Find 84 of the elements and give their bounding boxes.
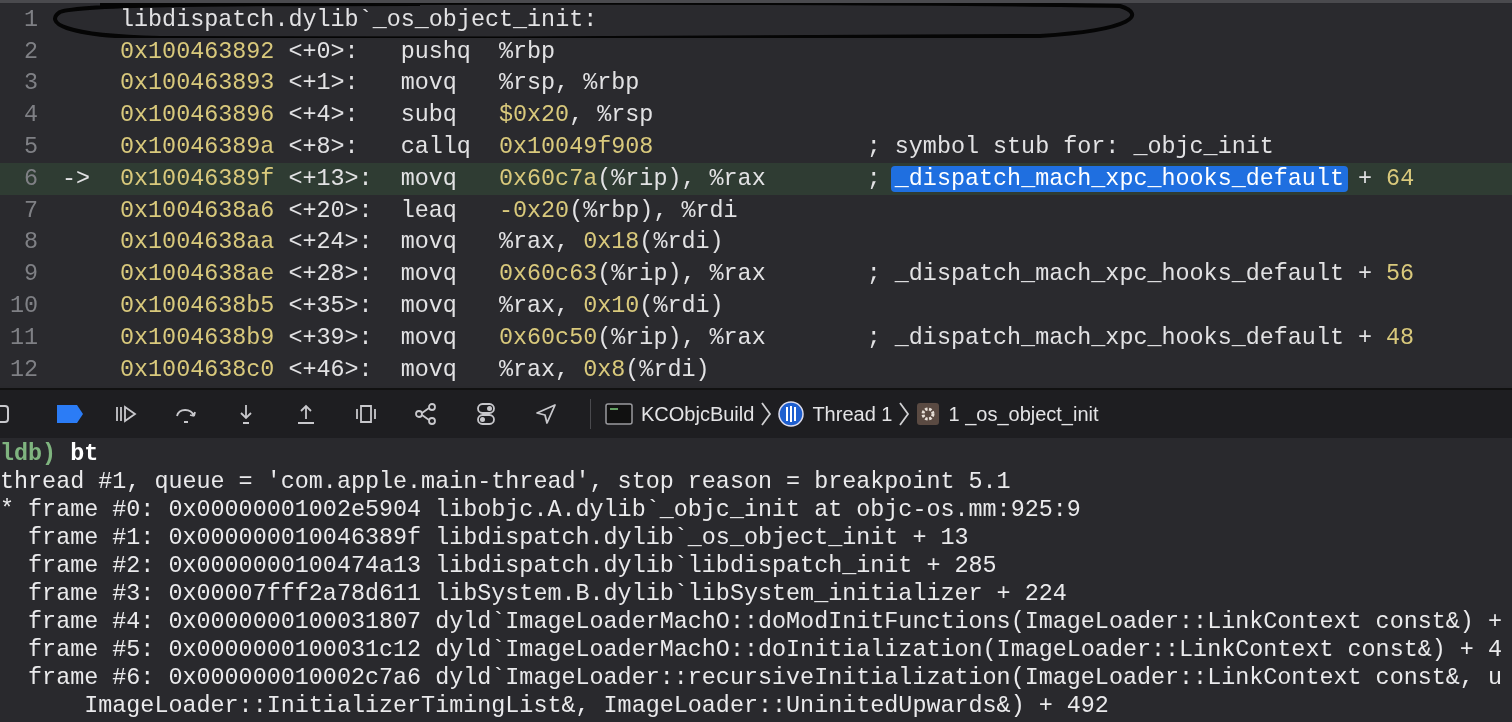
chevron-icon (898, 401, 911, 427)
address: 0x100463893 (120, 70, 276, 97)
thread-icon (778, 401, 805, 427)
mnemonic: movq (400, 165, 458, 192)
console-line: thread #1, queue = 'com.apple.main-thread', stop reason = breakpoint 5.1 (0, 468, 1012, 496)
console-line: ldb) bt (0, 440, 100, 468)
operands: 0x60c63(%rip), %rax (498, 261, 767, 288)
address: 0x1004638c0 (120, 356, 276, 383)
mnemonic: callq (400, 134, 472, 161)
operands: %rax, 0x8(%rdi) (498, 356, 711, 383)
line-number: 10 (8, 293, 38, 320)
mnemonic: pushq (400, 38, 472, 65)
offset: <+39>: (288, 324, 374, 351)
line-number: 5 (22, 134, 38, 161)
chevron-icon (760, 401, 773, 427)
offset: <+1>: (288, 70, 360, 97)
offset: <+13>: (288, 165, 374, 192)
console-line: frame #6: 0x000000010002c7a6 dyld`ImageLoader::recursiveInitialization(ImageLoader::LinkContext const&, u (27, 664, 1503, 692)
mnemonic: movq (400, 356, 458, 383)
terminal-icon (605, 403, 633, 425)
console-line: frame #4: 0x0000000100031807 dyld`ImageLoaderMachO::doModInitFunctions(ImageLoader::LinkContext const&) + (27, 608, 1503, 636)
line-number: 12 (8, 356, 38, 383)
line-number: 9 (22, 261, 38, 288)
line-number: 8 (22, 229, 38, 256)
console-line: ImageLoader::InitializerTimingList&, ImageLoader::UninitedUpwards&) + 492 (83, 692, 1110, 720)
operands: %rbp (498, 38, 557, 65)
breadcrumb[interactable]: Thread 1 (778, 401, 893, 427)
line-number: 3 (22, 70, 38, 97)
comment: ; symbol stub for: _objc_init (866, 134, 1274, 161)
address: 0x10046389a (120, 134, 276, 161)
line-number: 7 (22, 197, 38, 224)
mnemonic: leaq (400, 197, 458, 224)
offset: <+46>: (288, 356, 374, 383)
operands: -0x20(%rbp), %rdi (498, 197, 739, 224)
offset: <+28>: (288, 261, 374, 288)
offset: <+8>: (288, 134, 360, 161)
operands: %rax, 0x10(%rdi) (498, 293, 725, 320)
console-line: frame #3: 0x00007fff2a78d611 libSystem.B.dylib`libSystem_initializer + 224 (27, 580, 1068, 608)
view-hierarchy-icon[interactable] (354, 402, 378, 426)
comment: ; _dispatch_mach_xpc_hooks_default + 56 (866, 261, 1415, 288)
address: 0x1004638b5 (120, 293, 276, 320)
nodes-icon[interactable] (414, 402, 438, 426)
mnemonic: movq (400, 293, 458, 320)
operands: %rax, 0x18(%rdi) (498, 229, 725, 256)
console-line: frame #5: 0x0000000100031c12 dyld`ImageLoaderMachO::doInitialization(ImageLoader::LinkContext const&) + 4 (27, 636, 1503, 664)
address: 0x1004638aa (120, 229, 276, 256)
line-number: 2 (22, 38, 38, 65)
console-line: frame #1: 0x000000010046389f libdispatch.dylib`_os_object_init + 13 (27, 524, 970, 552)
address: 0x1004638ae (120, 261, 276, 288)
offset: <+20>: (288, 197, 374, 224)
operands: $0x20, %rsp (498, 102, 655, 129)
offset: <+24>: (288, 229, 374, 256)
offset: <+35>: (288, 293, 374, 320)
toggle-icon[interactable] (474, 402, 498, 426)
line-number: 1 (22, 6, 38, 33)
line-number: 11 (8, 324, 38, 351)
instruction-pointer-arrow: -> (62, 165, 92, 192)
mnemonic: subq (400, 102, 458, 129)
address: 0x100463892 (120, 38, 276, 65)
address: 0x1004638a6 (120, 197, 276, 224)
operands: 0x60c7a(%rip), %rax (498, 165, 767, 192)
address: 0x1004638b9 (120, 324, 276, 351)
line-number: 4 (22, 102, 38, 129)
breakpoint-icon[interactable] (56, 402, 84, 426)
address: 0x10046389f (120, 165, 276, 192)
operands: 0x10049f908 (498, 134, 655, 161)
mnemonic: movq (400, 324, 458, 351)
operands: 0x60c50(%rip), %rax (498, 324, 767, 351)
line-number: 6 (22, 165, 38, 192)
gear-icon (916, 402, 941, 426)
mnemonic: movq (400, 229, 458, 256)
location-arrow-icon[interactable] (534, 402, 558, 426)
address: 0x100463896 (120, 102, 276, 129)
function-label: libdispatch.dylib`_os_object_init: (120, 6, 598, 33)
mnemonic: movq (400, 261, 458, 288)
comment: ; _dispatch_mach_xpc_hooks_default + 48 (866, 324, 1415, 351)
operands: %rsp, %rbp (498, 70, 641, 97)
offset: <+4>: (288, 102, 360, 129)
breadcrumb[interactable]: 1 _os_object_init (916, 402, 1099, 426)
console-line: frame #2: 0x0000000100474a13 libdispatch.dylib`libdispatch_init + 285 (27, 552, 998, 580)
breadcrumb[interactable]: KCObjcBuild (605, 402, 755, 426)
console-line: * frame #0: 0x00000001002e5904 libobjc.A.dylib`_objc_init at objc-os.mm:925:9 (0, 496, 1082, 524)
mnemonic: movq (400, 70, 458, 97)
offset: <+0>: (288, 38, 360, 65)
